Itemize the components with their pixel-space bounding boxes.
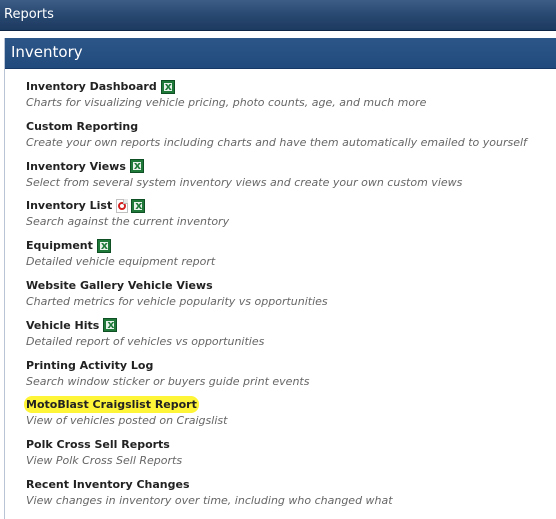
report-description: Detailed report of vehicles vs opportuni… [26,334,265,348]
report-description: Detailed vehicle equipment report [26,255,216,269]
report-link-equipment[interactable]: Equipment [26,239,93,252]
list-item: Website Gallery Vehicle Views Charted me… [26,277,556,317]
report-link-inventory-views[interactable]: Inventory Views [26,160,126,173]
list-item: Inventory List Search against the curren… [26,197,556,237]
excel-icon[interactable] [129,159,144,174]
report-description: View of vehicles posted on Craigslist [26,414,228,428]
list-item: Inventory Views Select from several syst… [26,158,556,198]
report-description: Charted metrics for vehicle popularity v… [26,294,328,308]
list-item: Inventory Dashboard Charts for visualizi… [26,78,556,118]
list-item: Polk Cross Sell Reports View Polk Cross … [26,436,556,476]
report-list: Inventory Dashboard Charts for visualizi… [26,78,556,516]
topbar-title: Reports [4,7,54,22]
panel-header: Inventory [5,38,556,69]
top-bar: Reports [0,0,556,31]
inventory-panel: Inventory Inventory Dashboard Charts for… [4,38,556,519]
excel-icon[interactable] [160,79,175,94]
report-link-motoblast-craigslist-report[interactable]: MotoBlast Craigslist Report [26,398,197,412]
list-item: Recent Inventory Changes View changes in… [26,476,556,516]
list-item: MotoBlast Craigslist Report View of vehi… [26,396,556,436]
list-item: Equipment Detailed vehicle equipment rep… [26,237,556,277]
report-link-inventory-list[interactable]: Inventory List [26,199,112,212]
report-description: View Polk Cross Sell Reports [26,454,183,468]
report-link-printing-activity-log[interactable]: Printing Activity Log [26,359,153,372]
report-description: View changes in inventory over time, inc… [26,493,393,507]
report-description: Charts for visualizing vehicle pricing, … [26,96,427,109]
excel-icon[interactable] [96,238,111,253]
report-description: Create your own reports including charts… [26,135,527,149]
panel-title: Inventory [11,43,83,61]
report-link-custom-reporting[interactable]: Custom Reporting [26,120,138,133]
list-item: Vehicle Hits Detailed report of vehicles… [26,317,556,357]
excel-icon[interactable] [103,318,118,333]
report-description: Search against the current inventory [26,215,230,229]
list-item: Custom Reporting Create your own reports… [26,118,556,158]
report-link-vehicle-hits[interactable]: Vehicle Hits [26,319,99,332]
report-link-website-gallery-vehicle-views[interactable]: Website Gallery Vehicle Views [26,279,213,292]
report-link-recent-inventory-changes[interactable]: Recent Inventory Changes [26,478,190,491]
report-description: Search window sticker or buyers guide pr… [26,374,310,388]
report-description: Select from several system inventory vie… [26,175,463,189]
list-item: Printing Activity Log Search window stic… [26,357,556,397]
pdf-icon[interactable] [116,198,129,213]
report-link-inventory-dashboard[interactable]: Inventory Dashboard [26,80,157,93]
excel-icon[interactable] [131,198,146,213]
report-link-polk-cross-sell-reports[interactable]: Polk Cross Sell Reports [26,438,170,451]
